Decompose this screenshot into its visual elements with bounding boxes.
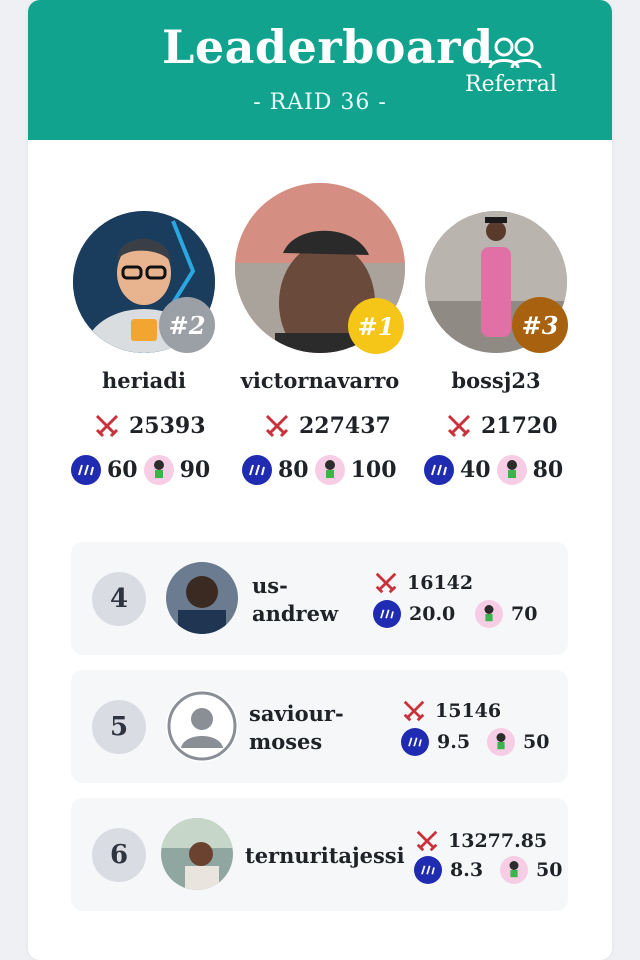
row-score: 13277.85	[414, 828, 547, 854]
leaderboard-header: Leaderboard - RAID 36 - Referral	[28, 0, 612, 140]
row-name-line1[interactable]: ternuritajessi	[245, 842, 405, 870]
score-value: 21720	[481, 413, 558, 439]
kid-character-icon	[496, 455, 527, 485]
row-score: 16142	[373, 570, 473, 596]
kids-value: 70	[511, 603, 538, 625]
steem-icon	[414, 856, 442, 884]
kids-value: 100	[350, 457, 397, 483]
crossed-swords-icon	[416, 830, 438, 852]
score-value: 16142	[407, 572, 474, 594]
rank-number: 5	[92, 700, 146, 754]
referral-link[interactable]: Referral	[465, 72, 557, 97]
score-value: 25393	[129, 413, 206, 439]
steem-icon	[71, 455, 101, 485]
steem-value: 60	[107, 457, 138, 483]
kids-value: 50	[536, 859, 563, 881]
row-name-line1[interactable]: saviour-	[249, 700, 344, 728]
crossed-swords-icon	[263, 412, 291, 440]
row-rewards: 8.3 50	[414, 856, 562, 884]
leaderboard-card: Leaderboard - RAID 36 - Referral #2 heri…	[28, 0, 612, 960]
rank-badge-2: #2	[159, 297, 215, 353]
leaderboard-row-6[interactable]: 6 ternuritajessi 13277.85 8.3 50	[71, 798, 568, 911]
rank-badge-3: #3	[512, 297, 568, 353]
steem-value: 8.3	[450, 859, 484, 881]
kid-character-icon	[500, 856, 528, 884]
podium-name-2[interactable]: heriadi	[73, 368, 215, 393]
steem-value: 40	[460, 457, 491, 483]
kid-character-icon	[487, 728, 515, 756]
page-title: Leaderboard	[162, 20, 494, 74]
leaderboard-row-5[interactable]: 5 saviour- moses 15146 9.5 50	[71, 670, 568, 783]
score-value: 13277.85	[448, 830, 548, 852]
crossed-swords-icon	[445, 412, 473, 440]
crossed-swords-icon	[93, 412, 121, 440]
rank-number: 6	[92, 828, 146, 882]
podium-rewards-1: 80 100	[242, 455, 397, 485]
row-name-line2[interactable]: andrew	[252, 600, 338, 628]
podium-rewards-2: 60 90	[71, 455, 210, 485]
steem-icon	[373, 600, 401, 628]
podium-name-1[interactable]: victornavarro	[220, 368, 420, 393]
steem-icon	[424, 455, 454, 485]
crossed-swords-icon	[403, 700, 425, 722]
kids-value: 90	[179, 457, 211, 483]
podium-name-3[interactable]: bossj23	[425, 368, 567, 393]
row-rewards: 20.0 70	[373, 600, 537, 628]
steem-value: 20.0	[409, 603, 456, 625]
crossed-swords-icon	[375, 572, 397, 594]
row-rewards: 9.5 50	[401, 728, 549, 756]
kid-character-icon	[475, 600, 503, 628]
podium-score-1: 227437	[263, 412, 391, 440]
steem-value: 9.5	[437, 731, 471, 753]
kid-character-icon	[314, 455, 345, 485]
row-name-line2[interactable]: moses	[249, 728, 322, 756]
steem-value: 80	[278, 457, 309, 483]
steem-icon	[242, 455, 272, 485]
default-avatar-icon[interactable]	[166, 690, 238, 762]
steem-icon	[401, 728, 429, 756]
avatar-ternuritajessi[interactable]	[161, 818, 233, 890]
score-value: 15146	[435, 700, 502, 722]
kids-value: 80	[532, 457, 564, 483]
kid-character-icon	[143, 455, 174, 485]
podium-score-3: 21720	[445, 412, 558, 440]
leaderboard-row-4[interactable]: 4 us- andrew 16142 20.0 70	[71, 542, 568, 655]
podium-score-2: 25393	[93, 412, 206, 440]
row-score: 15146	[401, 698, 501, 724]
rank-number: 4	[92, 572, 146, 626]
row-name-line1[interactable]: us-	[252, 572, 288, 600]
rank-badge-1: #1	[348, 298, 404, 354]
kids-value: 50	[523, 731, 550, 753]
score-value: 227437	[299, 413, 391, 439]
avatar-us-andrew[interactable]	[166, 562, 238, 634]
podium-rewards-3: 40 80	[424, 455, 563, 485]
users-icon[interactable]	[486, 36, 544, 74]
